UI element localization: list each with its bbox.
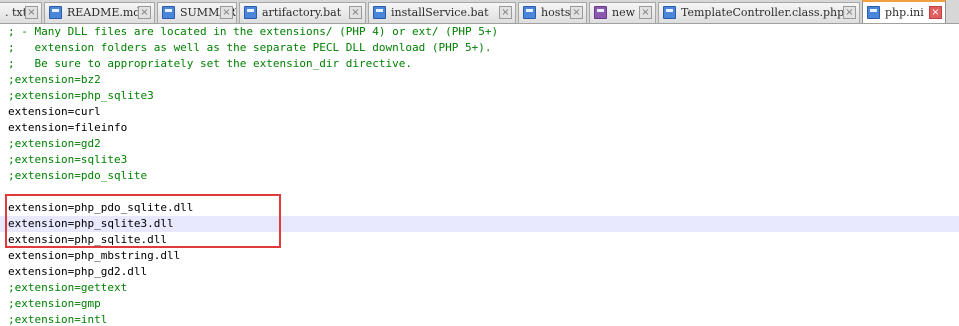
code-line[interactable] bbox=[0, 184, 959, 200]
code-line[interactable]: ;extension=gmp bbox=[0, 296, 959, 312]
tab-close-icon[interactable]: × bbox=[843, 6, 856, 19]
code-line[interactable]: ;extension=intl bbox=[0, 312, 959, 326]
code-line[interactable]: ; extension folders as well as the separ… bbox=[0, 40, 959, 56]
code-line[interactable]: extension=fileinfo bbox=[0, 120, 959, 136]
tab-hosts[interactable]: hosts × bbox=[518, 2, 587, 23]
tab-label: hosts bbox=[541, 6, 571, 19]
tab-close-icon[interactable]: × bbox=[220, 6, 233, 19]
tab-label: installService.bat bbox=[391, 6, 489, 19]
code-line[interactable]: ; Be sure to appropriately set the exten… bbox=[0, 56, 959, 72]
tab-bar: . txt × README.md × SUMMARY.md × artifac… bbox=[0, 0, 959, 24]
code-line[interactable]: extension=php_pdo_sqlite.dll bbox=[0, 200, 959, 216]
tab-php-ini[interactable]: php.ini × bbox=[862, 0, 946, 23]
tab-templatecontroller-class-php[interactable]: TemplateController.class.php × bbox=[658, 2, 860, 23]
file-icon bbox=[244, 6, 257, 19]
code-line[interactable]: ;extension=sqlite3 bbox=[0, 152, 959, 168]
code-line[interactable]: ;extension=bz2 bbox=[0, 72, 959, 88]
code-line[interactable]: extension=php_gd2.dll bbox=[0, 264, 959, 280]
tab-label: artifactory.bat bbox=[262, 6, 342, 19]
code-line[interactable]: ; - Many DLL files are located in the ex… bbox=[0, 24, 959, 40]
tab-close-icon[interactable]: × bbox=[929, 6, 942, 19]
tab-close-icon[interactable]: × bbox=[138, 6, 151, 19]
tab-summary-md[interactable]: SUMMARY.md × bbox=[157, 2, 237, 23]
file-icon bbox=[49, 6, 62, 19]
tab-close-icon[interactable]: × bbox=[570, 6, 583, 19]
tab-label: php.ini bbox=[885, 6, 924, 19]
tab-artifactory-bat[interactable]: artifactory.bat × bbox=[239, 2, 366, 23]
tab-txt[interactable]: . txt × bbox=[0, 2, 42, 23]
code-line[interactable]: extension=curl bbox=[0, 104, 959, 120]
current-code-line[interactable]: extension=php_sqlite3.dll bbox=[0, 216, 959, 232]
file-icon bbox=[663, 6, 676, 19]
tab-close-icon[interactable]: × bbox=[25, 6, 38, 19]
tab-new-1[interactable]: new 1 × bbox=[589, 2, 656, 23]
tab-label: TemplateController.class.php bbox=[681, 6, 845, 19]
tab-readme-md[interactable]: README.md × bbox=[44, 2, 155, 23]
code-line[interactable]: ;extension=php_sqlite3 bbox=[0, 88, 959, 104]
tab-close-icon[interactable]: × bbox=[349, 6, 362, 19]
code-line[interactable]: ;extension=gettext bbox=[0, 280, 959, 296]
file-icon bbox=[162, 6, 175, 19]
code-line[interactable]: extension=php_mbstring.dll bbox=[0, 248, 959, 264]
file-icon bbox=[373, 6, 386, 19]
tab-close-icon[interactable]: × bbox=[639, 6, 652, 19]
file-icon bbox=[867, 6, 880, 19]
file-icon bbox=[523, 6, 536, 19]
notepad-plus-plus-window: . txt × README.md × SUMMARY.md × artifac… bbox=[0, 0, 959, 326]
tab-installservice-bat[interactable]: installService.bat × bbox=[368, 2, 516, 23]
tab-label: . txt bbox=[5, 6, 28, 19]
code-line[interactable]: ;extension=pdo_sqlite bbox=[0, 168, 959, 184]
tab-label: README.md bbox=[67, 6, 141, 19]
code-line[interactable]: extension=php_sqlite.dll bbox=[0, 232, 959, 248]
tab-close-icon[interactable]: × bbox=[499, 6, 512, 19]
file-icon bbox=[594, 6, 607, 19]
code-line[interactable]: ;extension=gd2 bbox=[0, 136, 959, 152]
code-editor[interactable]: ; - Many DLL files are located in the ex… bbox=[0, 24, 959, 326]
